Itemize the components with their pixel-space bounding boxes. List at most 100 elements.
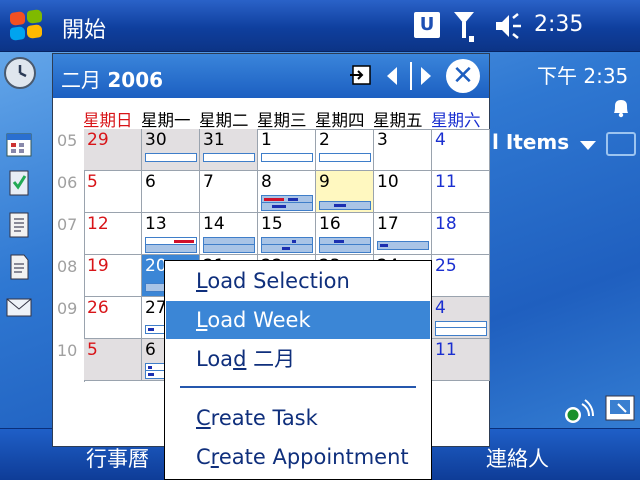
day-cell[interactable]: 8 xyxy=(258,171,316,213)
day-cell[interactable]: 5 xyxy=(84,171,142,213)
appointment-bar xyxy=(319,153,371,162)
menu-item-load-week[interactable]: Load Week xyxy=(166,301,430,339)
calendar-header: 二月 2006 ✕ xyxy=(53,54,489,98)
day-cell[interactable]: 11 xyxy=(432,339,490,381)
screen: 開始 U 2:35 下午 2:35 l Items 行事曆 連絡人 二月 200… xyxy=(0,0,640,480)
menu-item-create-appointment[interactable]: Create Appointment xyxy=(166,438,430,476)
messaging-app-icon[interactable] xyxy=(4,292,34,322)
day-cell[interactable]: 13 xyxy=(142,213,200,255)
calendar-app-icon[interactable] xyxy=(4,130,34,160)
previous-month-icon[interactable] xyxy=(385,65,399,87)
day-number: 7 xyxy=(203,172,214,192)
day-cell[interactable]: 5 xyxy=(84,339,142,381)
device-status-icon[interactable] xyxy=(604,394,636,424)
day-cell[interactable]: 19 xyxy=(84,255,142,297)
day-number: 6 xyxy=(145,340,156,360)
week-number: 05 xyxy=(57,131,78,150)
day-number: 17 xyxy=(377,214,399,234)
day-cell[interactable]: 18 xyxy=(432,213,490,255)
day-cell[interactable]: 1 xyxy=(258,129,316,171)
day-number: 19 xyxy=(87,256,109,276)
day-number: 4 xyxy=(435,298,446,318)
day-number: 29 xyxy=(87,130,109,150)
day-number: 5 xyxy=(87,172,98,192)
week-number: 09 xyxy=(57,299,78,318)
day-cell[interactable]: 7 xyxy=(200,171,258,213)
week-number: 06 xyxy=(57,173,78,192)
day-cell[interactable]: 2 xyxy=(316,129,374,171)
weekday-label: 星期一 xyxy=(141,111,191,130)
day-number: 6 xyxy=(145,172,156,192)
connection-icon[interactable]: U xyxy=(414,12,440,38)
day-cell[interactable]: 16 xyxy=(316,213,374,255)
day-cell[interactable]: 17 xyxy=(374,213,432,255)
appointment-bar xyxy=(261,153,313,162)
day-number: 25 xyxy=(435,256,457,276)
day-number: 31 xyxy=(203,130,225,150)
appointment-bar xyxy=(203,244,255,253)
day-cell[interactable]: 11 xyxy=(432,171,490,213)
weekday-label: 星期三 xyxy=(257,111,307,130)
month-label: 二月 xyxy=(61,68,101,92)
year-label: 2006 xyxy=(107,68,164,92)
day-number: 2 xyxy=(319,130,330,150)
day-cell[interactable]: 14 xyxy=(200,213,258,255)
day-cell[interactable]: 10 xyxy=(374,171,432,213)
title-bar: 開始 U 2:35 xyxy=(0,0,640,52)
documents-app-icon[interactable] xyxy=(4,252,34,282)
day-number: 9 xyxy=(319,172,330,192)
menu-item-load-month[interactable]: Load 二月 xyxy=(166,340,430,378)
go-to-today-icon[interactable] xyxy=(349,63,373,87)
day-cell[interactable]: 3 xyxy=(374,129,432,171)
day-cell[interactable]: 12 xyxy=(84,213,142,255)
softkey-contacts[interactable]: 連絡人 xyxy=(486,443,549,473)
month-year-title[interactable]: 二月 2006 xyxy=(61,64,163,93)
items-box-icon[interactable] xyxy=(606,132,636,156)
appointment-bar xyxy=(145,244,197,253)
week-number: 10 xyxy=(57,341,78,360)
appointment-bar xyxy=(261,202,313,211)
menu-item-load-selection[interactable]: Load Selection xyxy=(166,262,430,300)
day-cell[interactable]: 4 xyxy=(432,129,490,171)
week-number: 08 xyxy=(57,257,78,276)
day-number: 8 xyxy=(261,172,272,192)
day-cell[interactable]: 25 xyxy=(432,255,490,297)
bell-icon[interactable] xyxy=(610,96,632,118)
close-icon[interactable]: ✕ xyxy=(446,59,480,93)
chevron-down-icon[interactable] xyxy=(580,141,596,150)
volume-icon[interactable] xyxy=(494,12,524,40)
status-clock[interactable]: 2:35 xyxy=(534,12,583,37)
day-number: 16 xyxy=(319,214,341,234)
day-number: 13 xyxy=(145,214,167,234)
appointment-bar xyxy=(435,327,487,336)
day-cell[interactable]: 15 xyxy=(258,213,316,255)
day-number: 3 xyxy=(377,130,388,150)
day-cell[interactable]: 4 xyxy=(432,297,490,339)
nav-divider xyxy=(410,62,412,90)
appointment-bar xyxy=(203,153,255,162)
day-cell[interactable]: 6 xyxy=(142,171,200,213)
start-menu-title[interactable]: 開始 xyxy=(62,12,106,44)
signal-icon[interactable] xyxy=(452,10,476,44)
day-cell[interactable]: 30 xyxy=(142,129,200,171)
day-cell[interactable]: 29 xyxy=(84,129,142,171)
windows-start-icon[interactable] xyxy=(8,8,44,42)
appointment-bar xyxy=(261,244,313,253)
today-time: 下午 2:35 xyxy=(537,64,629,88)
tasks-app-icon[interactable] xyxy=(4,168,34,198)
weekday-label: 星期日 xyxy=(83,111,133,130)
day-cell[interactable]: 31 xyxy=(200,129,258,171)
clock-icon[interactable] xyxy=(4,57,36,89)
softkey-calendar[interactable]: 行事曆 xyxy=(86,443,149,473)
wifi-icon[interactable] xyxy=(562,396,596,426)
day-cell[interactable]: 26 xyxy=(84,297,142,339)
day-number: 18 xyxy=(435,214,457,234)
menu-item-create-task[interactable]: Create Task xyxy=(166,399,430,437)
items-label[interactable]: l Items xyxy=(492,130,569,154)
day-number: 1 xyxy=(261,130,272,150)
context-menu: Load Selection Load Week Load 二月 Create … xyxy=(164,260,432,480)
notes-app-icon[interactable] xyxy=(4,210,34,240)
day-cell[interactable]: 9 xyxy=(316,171,374,213)
next-month-icon[interactable] xyxy=(419,65,433,87)
appointment-bar xyxy=(319,201,371,210)
